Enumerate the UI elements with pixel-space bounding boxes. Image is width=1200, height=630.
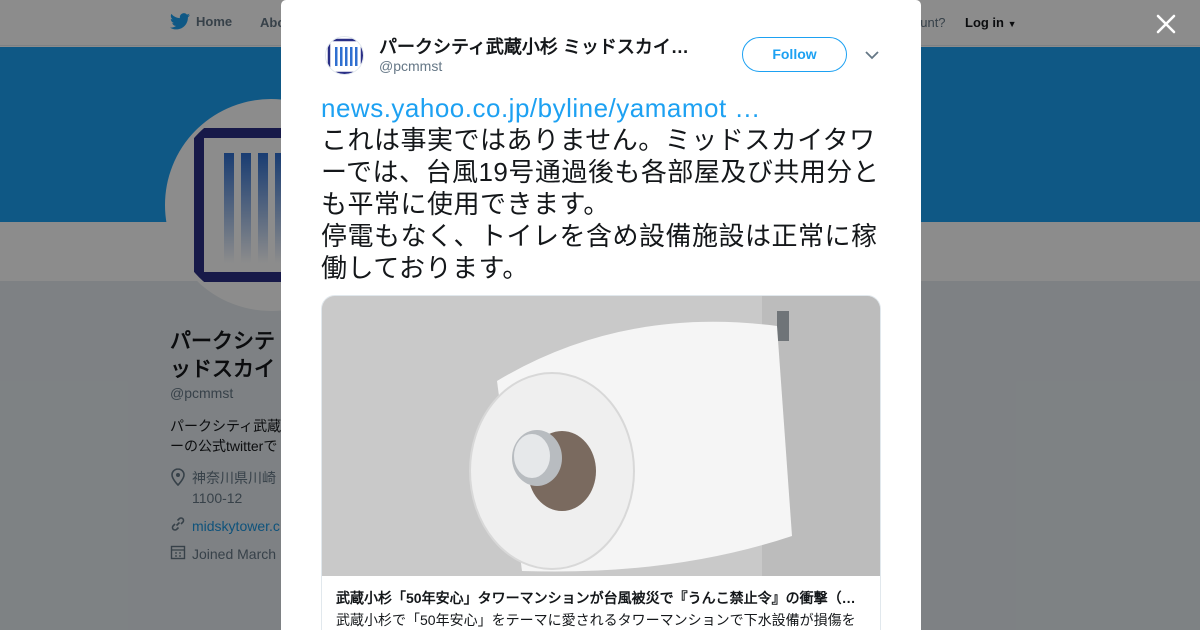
link-card[interactable]: 武蔵小杉「50年安心」タワーマンションが台風被災で『うんこ禁止令』の衝撃（… 武…	[321, 295, 881, 630]
tweet-author-avatar[interactable]	[325, 36, 364, 75]
tweet-modal: パークシティ武蔵小杉 ミッドスカイ… @pcmmst Follow news.y…	[281, 0, 921, 630]
tweet-author-handle[interactable]: @pcmmst	[379, 58, 442, 74]
tweet-link[interactable]: news.yahoo.co.jp/byline/yamamot …	[321, 92, 886, 124]
close-icon	[1156, 14, 1176, 34]
follow-button[interactable]: Follow	[742, 37, 847, 72]
tweet-body: これは事実ではありません。ミッドスカイタワーでは、台風19号通過後も各部屋及び共…	[321, 125, 880, 283]
tweet-options-button[interactable]	[863, 46, 881, 64]
card-description: 武蔵小杉で「50年安心」をテーマに愛されるタワーマンションで下水設備が損傷を	[336, 612, 856, 628]
toilet-paper-image	[322, 296, 880, 576]
tweet-text: news.yahoo.co.jp/byline/yamamot … これは事実で…	[321, 92, 886, 284]
chevron-down-icon	[865, 51, 879, 60]
card-image	[322, 296, 880, 576]
close-button[interactable]	[1155, 13, 1177, 35]
tweet-author-name[interactable]: パークシティ武蔵小杉 ミッドスカイ…	[379, 33, 709, 59]
card-title[interactable]: 武蔵小杉「50年安心」タワーマンションが台風被災で『うんこ禁止令』の衝撃（…	[336, 588, 866, 608]
brand-logo-icon	[326, 37, 363, 74]
